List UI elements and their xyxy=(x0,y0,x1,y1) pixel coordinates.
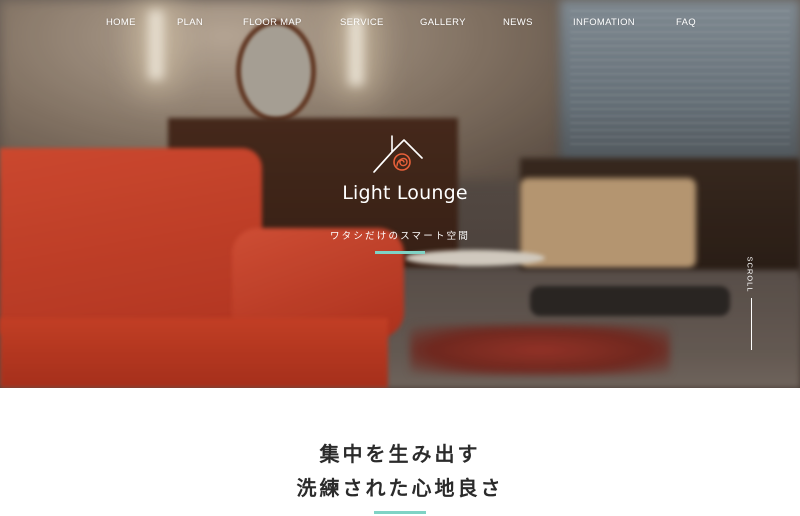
nav-item-plan[interactable]: PLAN xyxy=(177,17,203,28)
logo-text: Light Lounge xyxy=(342,182,468,204)
intro-heading-line-1: 集中を生み出す xyxy=(319,442,481,466)
tagline-accent-bar xyxy=(375,251,425,254)
nav-item-floor-map[interactable]: FLOOR MAP xyxy=(243,17,302,28)
intro-section: 集中を生み出す 洗練された心地良さ xyxy=(0,388,800,516)
nav-item-gallery[interactable]: GALLERY xyxy=(420,17,466,28)
nav-item-home[interactable]: HOME xyxy=(106,17,136,28)
nav-item-faq[interactable]: FAQ xyxy=(676,17,696,28)
scroll-line xyxy=(751,298,752,350)
site-logo[interactable]: Light Lounge xyxy=(340,128,470,208)
hero-tagline: ワタシだけのスマート空間 xyxy=(329,231,471,242)
nav-item-infomation[interactable]: INFOMATION xyxy=(573,17,635,28)
scroll-indicator[interactable]: SCROLL xyxy=(745,256,759,356)
intro-heading-line-2: 洗練された心地良さ xyxy=(296,476,504,500)
hero-section: HOME PLAN FLOOR MAP SERVICE GALLERY NEWS… xyxy=(0,0,800,388)
intro-accent-bar xyxy=(374,511,426,514)
main-navigation: HOME PLAN FLOOR MAP SERVICE GALLERY NEWS… xyxy=(0,17,800,31)
house-icon xyxy=(373,135,423,173)
scroll-label[interactable]: SCROLL xyxy=(746,256,755,292)
nav-item-news[interactable]: NEWS xyxy=(503,17,533,28)
nav-item-service[interactable]: SERVICE xyxy=(340,17,384,28)
